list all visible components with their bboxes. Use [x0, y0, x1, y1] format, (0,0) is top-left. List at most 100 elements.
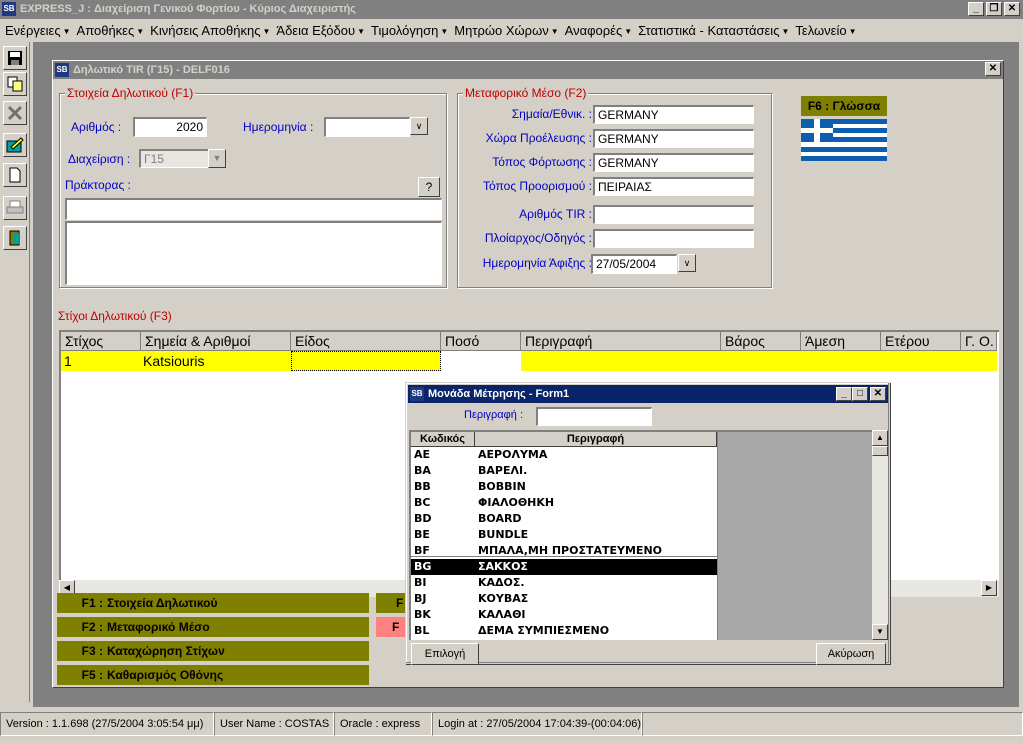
column-header-description[interactable]: Περιγραφή: [475, 432, 717, 447]
dropdown-arrow-icon: ▼: [550, 26, 559, 36]
list-item[interactable]: BD BOARD: [411, 511, 717, 527]
fkey-key: F5 :: [81, 668, 103, 682]
column-header[interactable]: Στίχος: [61, 332, 141, 351]
minimize-button[interactable]: _: [968, 2, 984, 16]
exit-door-icon[interactable]: [3, 226, 27, 250]
close-button[interactable]: ✕: [1004, 2, 1020, 16]
dropdown-arrow-icon: ▼: [440, 26, 449, 36]
column-header-code[interactable]: Κωδικός: [411, 432, 475, 447]
column-header[interactable]: Ποσό: [441, 332, 521, 351]
save-icon[interactable]: [3, 46, 27, 70]
menu-warehouse-movements[interactable]: Κινήσεις Αποθήκης ▼: [147, 23, 273, 38]
column-header[interactable]: Γ. Ο.: [961, 332, 997, 351]
agent-label: Πράκτορας :: [65, 178, 131, 192]
table-row[interactable]: 1 Katsiouris: [61, 351, 997, 371]
list-item[interactable]: BL ΔΕΜΑ ΣΥΜΠΙΕΣΜΕΝΟ: [411, 623, 717, 639]
dialog-minimize-button[interactable]: _: [836, 387, 852, 401]
menu-customs[interactable]: Τελωνείο ▼: [792, 23, 859, 38]
greek-flag-icon[interactable]: [801, 119, 887, 161]
menu-statistics[interactable]: Στατιστικά - Καταστάσεις ▼: [635, 23, 792, 38]
fkey-key: F3 :: [81, 644, 103, 658]
menu-space-registry[interactable]: Μητρώο Χώρων ▼: [451, 23, 561, 38]
item-description: BUNDLE: [478, 528, 529, 541]
copy-icon[interactable]: [3, 72, 27, 96]
origin-field[interactable]: GERMANY: [593, 129, 754, 148]
left-toolbar: [0, 42, 30, 702]
destination-field[interactable]: ΠΕΙΡΑΙΑΣ: [593, 177, 754, 196]
hidden-fkey-button[interactable]: F: [376, 617, 406, 637]
unit-of-measure-dialog: SB Μονάδα Μέτρησης - Form1 _ □ ✕ Περιγρα…: [405, 382, 890, 665]
item-code: BE: [414, 528, 430, 541]
tir-number-field[interactable]: [593, 205, 754, 224]
scroll-down-button[interactable]: ▼: [872, 624, 888, 640]
column-header[interactable]: Άμεση: [801, 332, 881, 351]
cancel-button[interactable]: Ακύρωση: [816, 643, 886, 665]
list-item[interactable]: AE ΑΕΡΟΛΥΜΑ: [411, 447, 717, 463]
list-item[interactable]: BI ΚΑΔΟΣ.: [411, 575, 717, 591]
scroll-right-button[interactable]: ▶: [981, 580, 997, 596]
print-icon[interactable]: [3, 196, 27, 220]
loading-field[interactable]: GERMANY: [593, 153, 754, 172]
search-label: Περιγραφή :: [464, 409, 524, 421]
list-item[interactable]: BE BUNDLE: [411, 527, 717, 543]
list-item[interactable]: BC ΦΙΑΛΟΘΗΚΗ: [411, 495, 717, 511]
new-document-icon[interactable]: [3, 163, 27, 187]
delete-icon[interactable]: [3, 101, 27, 125]
management-select[interactable]: Γ15: [139, 149, 209, 168]
flag-field[interactable]: GERMANY: [593, 105, 754, 124]
dialog-close-button[interactable]: ✕: [870, 387, 886, 401]
scroll-thumb[interactable]: [872, 446, 888, 456]
item-code: BB: [414, 480, 431, 493]
status-login: Login at : 27/05/2004 17:04:39-(00:04:06…: [432, 712, 642, 736]
list-item[interactable]: BA ΒΑΡΕΛΙ.: [411, 463, 717, 479]
list-item[interactable]: BF ΜΠΑΛΑ,ΜΗ ΠΡΟΣΤΑΤΕΥΜΕΝΟ: [411, 543, 717, 559]
column-header[interactable]: Περιγραφή: [521, 332, 721, 351]
captain-field[interactable]: [593, 229, 754, 248]
f2-button[interactable]: F2 : Μεταφορικό Μέσο: [57, 617, 369, 637]
list-item[interactable]: BJ ΚΟΥΒΑΣ: [411, 591, 717, 607]
window-icon: SB: [55, 63, 69, 77]
status-bar: Version : 1.1.698 (27/5/2004 3:05:54 μμ)…: [0, 712, 1023, 736]
menu-invoicing[interactable]: Τιμολόγηση ▼: [368, 23, 451, 38]
scroll-up-button[interactable]: ▲: [872, 430, 888, 446]
agent-field[interactable]: [65, 198, 442, 220]
f5-button[interactable]: F5 : Καθαρισμός Οθόνης: [57, 665, 369, 685]
search-input[interactable]: [536, 407, 652, 426]
dropdown-arrow-icon: ▼: [62, 26, 71, 36]
child-close-button[interactable]: ✕: [985, 62, 1001, 76]
list-item[interactable]: BB BOBBIN: [411, 479, 717, 495]
menu-exit-permit[interactable]: Άδεια Εξόδου ▼: [273, 23, 368, 38]
agent-lookup-button[interactable]: ?: [418, 177, 440, 197]
cell-kind[interactable]: [291, 351, 441, 371]
date-field[interactable]: [324, 117, 410, 137]
arrival-date-label: Ημερομηνία Άφιξης :: [482, 256, 592, 270]
flag-label: Σημαία/Εθνικ. :: [511, 107, 592, 121]
column-header[interactable]: Είδος: [291, 332, 441, 351]
dialog-maximize-button[interactable]: □: [852, 387, 868, 401]
f1-button[interactable]: F1 : Στοιχεία Δηλωτικού: [57, 593, 369, 613]
cell-amount[interactable]: [441, 351, 521, 371]
arrival-date-field[interactable]: 27/05/2004: [591, 254, 677, 274]
chevron-down-icon: ∨: [683, 258, 691, 268]
management-dropdown-button[interactable]: ▼: [208, 149, 226, 168]
date-dropdown-button[interactable]: ∨: [410, 117, 428, 135]
f3-button[interactable]: F3 : Καταχώρηση Στίχων: [57, 641, 369, 661]
column-header[interactable]: Βάρος: [721, 332, 801, 351]
menu-warehouses[interactable]: Αποθήκες ▼: [74, 23, 148, 38]
agent-notes-field[interactable]: [65, 221, 442, 285]
status-empty: [642, 712, 1023, 736]
edit-icon[interactable]: [3, 133, 27, 157]
vertical-scrollbar[interactable]: ▲ ▼: [872, 430, 888, 640]
menu-reports[interactable]: Αναφορές ▼: [562, 23, 636, 38]
restore-button[interactable]: ❐: [986, 2, 1002, 16]
arrival-date-dropdown-button[interactable]: ∨: [678, 254, 696, 272]
menu-actions[interactable]: Ενέργειες ▼: [2, 23, 74, 38]
column-header[interactable]: Ετέρου: [881, 332, 961, 351]
hidden-fkey-button[interactable]: F: [376, 593, 406, 613]
number-field[interactable]: 2020: [133, 117, 207, 137]
select-button[interactable]: Επιλογή: [411, 643, 479, 665]
list-item[interactable]: BK ΚΑΛΑΘΙ: [411, 607, 717, 623]
language-button[interactable]: F6 : Γλώσσα: [801, 96, 887, 116]
list-item[interactable]: BG ΣΑΚΚΟΣ: [411, 559, 717, 575]
column-header[interactable]: Σημεία & Αριθμοί: [141, 332, 291, 351]
